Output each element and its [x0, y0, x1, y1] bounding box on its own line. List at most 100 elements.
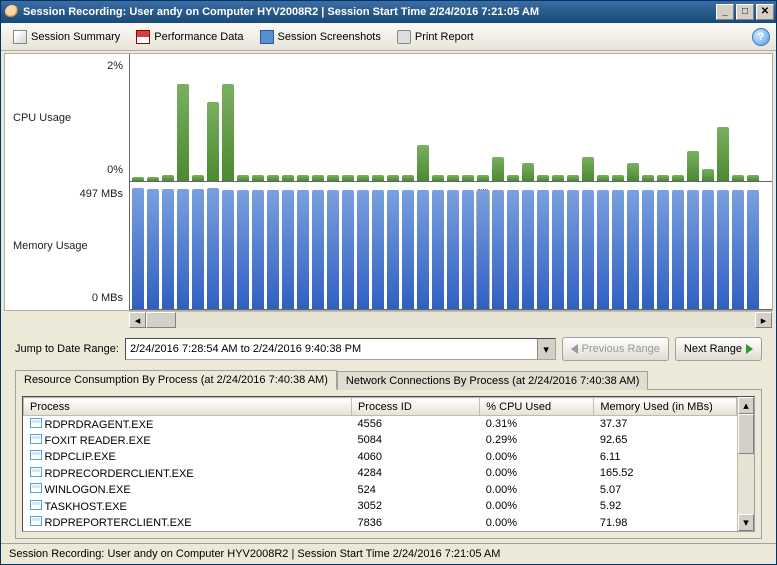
mem-bar[interactable] [657, 190, 669, 309]
cpu-bar[interactable] [237, 175, 249, 181]
mem-bar[interactable] [147, 189, 159, 310]
cpu-bar[interactable] [417, 145, 429, 181]
mem-bar[interactable] [672, 190, 684, 309]
cpu-bar[interactable] [507, 175, 519, 181]
cpu-bar[interactable] [132, 177, 144, 181]
cpu-bars[interactable] [129, 54, 772, 182]
scroll-left-button[interactable]: ◂ [129, 312, 146, 328]
chevron-down-icon[interactable]: ▾ [537, 339, 555, 359]
mem-bar[interactable] [597, 190, 609, 309]
mem-bar[interactable] [327, 190, 339, 309]
cpu-bar[interactable] [207, 102, 219, 181]
mem-bar[interactable] [687, 190, 699, 309]
cpu-bar[interactable] [732, 175, 744, 181]
cpu-bar[interactable] [327, 175, 339, 181]
mem-bar[interactable] [642, 190, 654, 309]
table-row[interactable]: FOXIT READER.EXE50840.29%92.65 [24, 432, 737, 449]
mem-bar[interactable] [612, 190, 624, 309]
mem-bar[interactable] [402, 190, 414, 309]
mem-bar[interactable] [132, 188, 144, 309]
cpu-bar[interactable] [477, 175, 489, 181]
cpu-bar[interactable] [162, 175, 174, 181]
cpu-bar[interactable] [672, 175, 684, 181]
cpu-bar[interactable] [177, 84, 189, 181]
table-row[interactable]: RDPRECORDERCLIENT.EXE42840.00%165.52 [24, 465, 737, 482]
cpu-bar[interactable] [642, 175, 654, 181]
cpu-bar[interactable] [252, 175, 264, 181]
cpu-bar[interactable] [342, 175, 354, 181]
cpu-bar[interactable] [657, 175, 669, 181]
cpu-bar[interactable] [747, 175, 759, 181]
mem-bar[interactable] [732, 190, 744, 309]
cpu-bar[interactable] [432, 175, 444, 181]
mem-bar[interactable] [372, 190, 384, 309]
mem-bar[interactable] [357, 190, 369, 309]
mem-bar[interactable] [252, 190, 264, 309]
cpu-bar[interactable] [567, 175, 579, 181]
cpu-bar[interactable] [522, 163, 534, 181]
cpu-bar[interactable] [147, 177, 159, 181]
table-row[interactable]: WINLOGON.EXE5240.00%5.07 [24, 482, 737, 499]
mem-bar[interactable] [387, 190, 399, 309]
cpu-bar[interactable] [222, 84, 234, 181]
cpu-bar[interactable] [612, 175, 624, 181]
scroll-track[interactable] [146, 312, 755, 328]
cpu-bar[interactable] [447, 175, 459, 181]
cpu-bar[interactable] [402, 175, 414, 181]
vscroll-thumb[interactable] [738, 414, 754, 454]
cpu-bar[interactable] [687, 151, 699, 181]
cpu-bar[interactable] [312, 175, 324, 181]
col-cpu-used[interactable]: % CPU Used [480, 398, 594, 416]
cpu-bar[interactable] [297, 175, 309, 181]
mem-bar[interactable] [192, 189, 204, 310]
scroll-thumb[interactable] [146, 312, 176, 328]
mem-bar[interactable] [627, 190, 639, 309]
table-row[interactable]: RDPRDRAGENT.EXE45560.31%37.37 [24, 416, 737, 433]
close-button[interactable]: ✕ [756, 4, 774, 20]
mem-bar[interactable] [507, 190, 519, 309]
scroll-down-button[interactable]: ▾ [738, 514, 754, 531]
table-vscrollbar[interactable]: ▴ ▾ [737, 397, 754, 531]
previous-range-button[interactable]: Previous Range [562, 337, 669, 361]
table-row[interactable]: RDPCLIP.EXE40600.00%6.11 [24, 449, 737, 466]
cpu-bar[interactable] [357, 175, 369, 181]
tab-resource-consumption[interactable]: Resource Consumption By Process (at 2/24… [15, 370, 337, 390]
cpu-bar[interactable] [267, 175, 279, 181]
mem-bar[interactable] [717, 190, 729, 309]
mem-bar[interactable] [162, 189, 174, 310]
mem-bar[interactable] [447, 190, 459, 309]
cpu-bar[interactable] [627, 163, 639, 181]
cpu-bar[interactable] [537, 175, 549, 181]
mem-bar[interactable] [282, 190, 294, 309]
minimize-button[interactable]: _ [716, 4, 734, 20]
mem-bar[interactable] [537, 190, 549, 309]
chart-hscrollbar[interactable]: ◂ ▸ [129, 311, 772, 328]
cpu-bar[interactable] [387, 175, 399, 181]
col-memory-used[interactable]: Memory Used (in MBs) [594, 398, 737, 416]
tab-network-connections[interactable]: Network Connections By Process (at 2/24/… [337, 371, 649, 390]
mem-bar[interactable] [552, 190, 564, 309]
mem-bar[interactable] [492, 190, 504, 309]
cpu-bar[interactable] [282, 175, 294, 181]
mem-bar[interactable] [567, 190, 579, 309]
mem-bar[interactable] [312, 190, 324, 309]
mem-bar[interactable] [237, 190, 249, 309]
col-process[interactable]: Process [24, 398, 352, 416]
cpu-bar[interactable] [552, 175, 564, 181]
cpu-bar[interactable] [462, 175, 474, 181]
scroll-up-button[interactable]: ▴ [738, 397, 754, 414]
cpu-bar[interactable] [492, 157, 504, 181]
scroll-right-button[interactable]: ▸ [755, 312, 772, 328]
mem-bar[interactable] [522, 190, 534, 309]
mem-bar[interactable] [222, 190, 234, 309]
mem-bar[interactable] [702, 190, 714, 309]
next-range-button[interactable]: Next Range [675, 337, 762, 361]
print-report-button[interactable]: Print Report [391, 27, 480, 47]
session-screenshots-button[interactable]: Session Screenshots [254, 27, 387, 47]
cpu-bar[interactable] [192, 175, 204, 181]
cpu-bar[interactable] [582, 157, 594, 181]
mem-bar[interactable] [177, 189, 189, 310]
mem-bar[interactable] [747, 190, 759, 309]
cpu-bar[interactable] [372, 175, 384, 181]
mem-bar[interactable] [477, 190, 489, 309]
